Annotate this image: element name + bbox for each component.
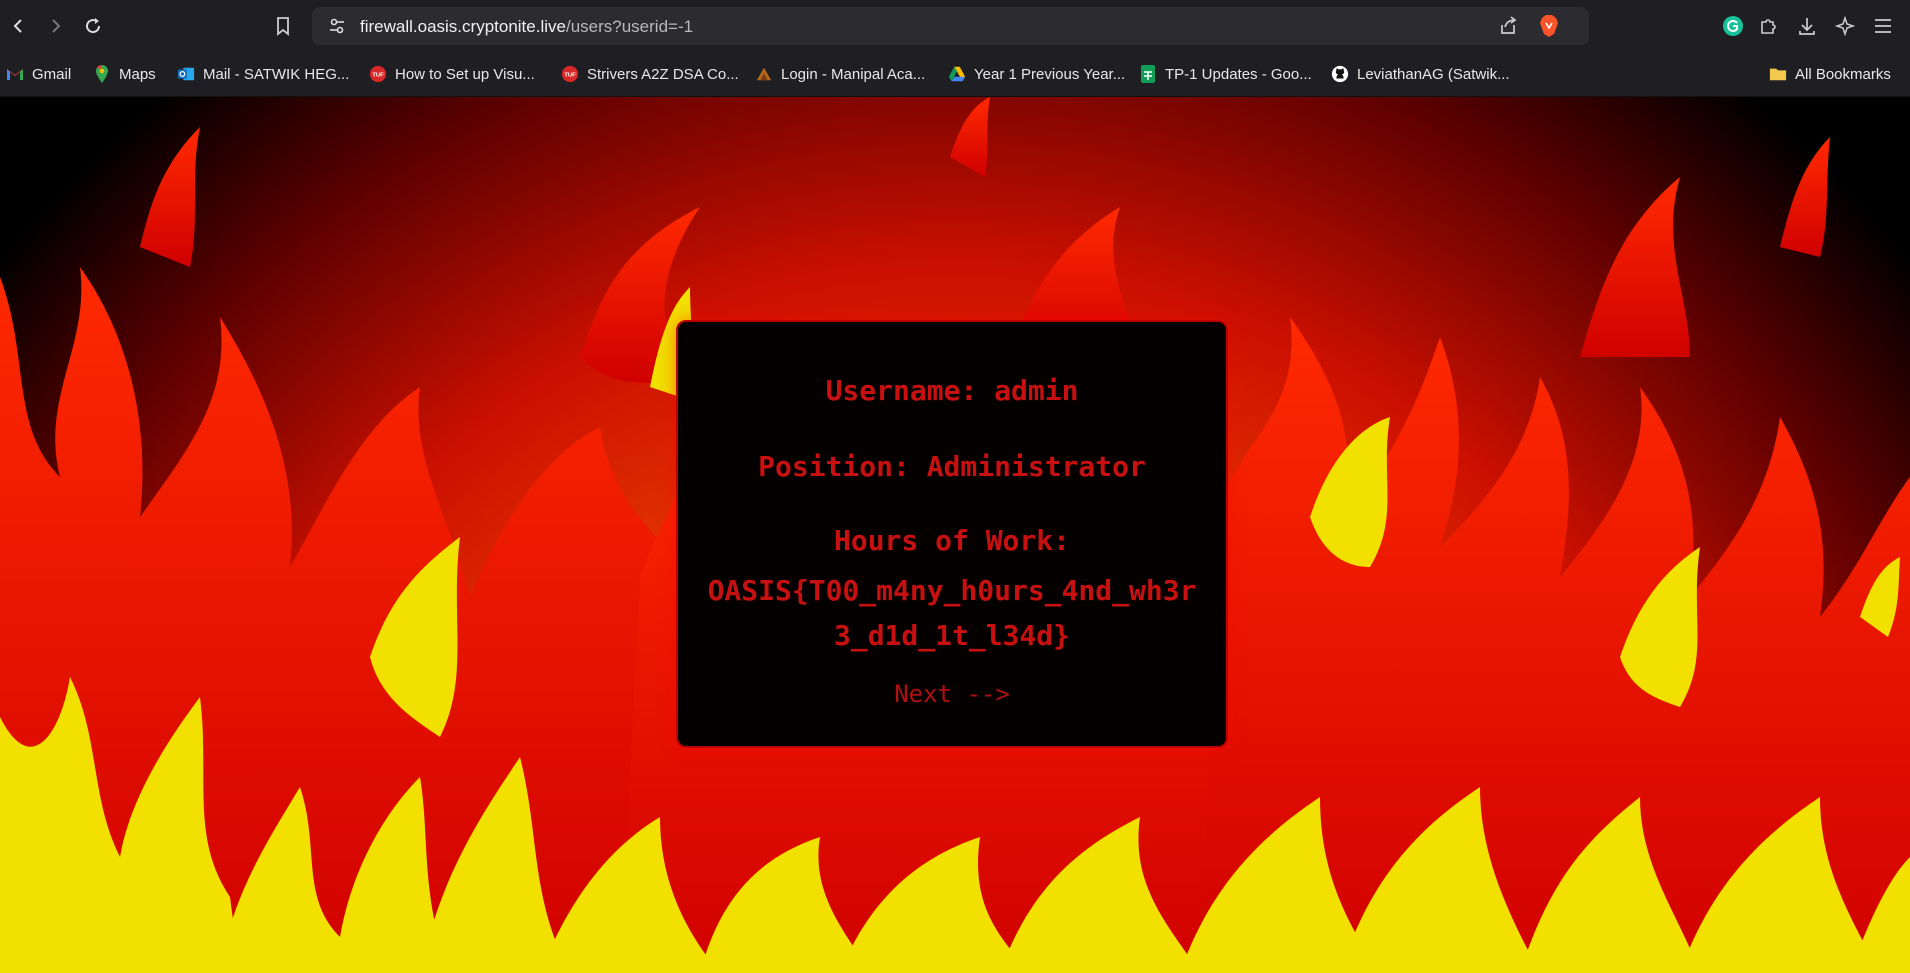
tuf-icon: TUF: [561, 65, 579, 83]
bookmark-label: Mail - SATWIK HEG...: [203, 65, 350, 83]
sheets-icon: [1139, 65, 1157, 83]
reload-icon[interactable]: [80, 13, 106, 39]
back-icon[interactable]: [6, 13, 32, 39]
share-icon[interactable]: [1498, 16, 1518, 41]
bookmark-strivers[interactable]: TUF Strivers A2Z DSA Co...: [561, 62, 739, 86]
bookmark-label: Gmail: [32, 65, 72, 83]
bookmark-drive[interactable]: Year 1 Previous Year...: [948, 62, 1125, 86]
folder-icon: [1769, 65, 1787, 83]
bookmark-label: Strivers A2Z DSA Co...: [587, 65, 739, 83]
url-host: firewall.oasis.cryptonite.live: [360, 17, 566, 36]
svg-text:TUF: TUF: [564, 73, 576, 79]
downloads-icon[interactable]: [1795, 14, 1819, 38]
bookmark-github[interactable]: LeviathanAG (Satwik...: [1331, 62, 1510, 86]
next-link[interactable]: Next -->: [678, 680, 1226, 708]
tuf-icon: TUF: [369, 65, 387, 83]
bookmark-label: LeviathanAG (Satwik...: [1357, 65, 1510, 83]
bookmark-sheets[interactable]: TP-1 Updates - Goo...: [1139, 62, 1312, 86]
brave-shield-icon[interactable]: [1539, 14, 1559, 43]
bookmark-label: How to Set up Visu...: [395, 65, 535, 83]
url-path: /users?userid=-1: [565, 17, 694, 36]
site-settings-icon[interactable]: [328, 17, 346, 40]
drive-icon: [948, 65, 966, 83]
username-text: Username: admin: [825, 374, 1079, 407]
bookmark-mail[interactable]: Mail - SATWIK HEG...: [177, 62, 349, 86]
menu-icon[interactable]: [1871, 14, 1895, 38]
fire-page-background: Username: admin Position: Administrator …: [0, 97, 1910, 973]
address-bar[interactable]: firewall.oasis.cryptonite.live/users?use…: [312, 7, 1589, 45]
bookmark-label: Login - Manipal Aca...: [781, 65, 926, 83]
outlook-icon: [177, 65, 195, 83]
user-info-card: Username: admin Position: Administrator …: [676, 320, 1228, 748]
all-bookmarks-label: All Bookmarks: [1795, 65, 1891, 83]
browser-toolbar: firewall.oasis.cryptonite.live/users?use…: [0, 0, 1910, 52]
url-text[interactable]: firewall.oasis.cryptonite.live/users?use…: [360, 17, 693, 37]
bookmark-gmail[interactable]: Gmail: [6, 62, 71, 86]
bookmark-maps[interactable]: Maps: [93, 62, 156, 86]
bookmarks-bar: Gmail Maps Mail - SATWIK HEG... TUF How …: [0, 52, 1910, 97]
position-text: Position: Administrator: [758, 450, 1146, 483]
github-icon: [1331, 65, 1349, 83]
hours-label: Hours of Work:: [833, 524, 1070, 557]
bookmark-label: Maps: [119, 65, 156, 83]
bookmark-label: TP-1 Updates - Goo...: [1165, 65, 1312, 83]
grammarly-icon[interactable]: [1721, 14, 1745, 38]
manipal-icon: [755, 65, 773, 83]
bookmark-visual-setup[interactable]: TUF How to Set up Visu...: [369, 62, 535, 86]
bookmark-icon[interactable]: [270, 13, 296, 39]
bookmark-label: Year 1 Previous Year...: [974, 65, 1126, 83]
gmail-icon: [6, 65, 24, 83]
leo-ai-icon[interactable]: [1833, 14, 1857, 38]
bookmark-manipal[interactable]: Login - Manipal Aca...: [755, 62, 925, 86]
svg-text:TUF: TUF: [372, 73, 384, 79]
all-bookmarks-folder[interactable]: All Bookmarks: [1769, 62, 1891, 86]
extensions-icon[interactable]: [1757, 14, 1781, 38]
maps-icon: [93, 65, 111, 83]
forward-icon[interactable]: [42, 13, 68, 39]
flag-text: OASIS{T00_m4ny_h0urs_4nd_wh3r3_d1d_1t_l3…: [707, 574, 1197, 652]
